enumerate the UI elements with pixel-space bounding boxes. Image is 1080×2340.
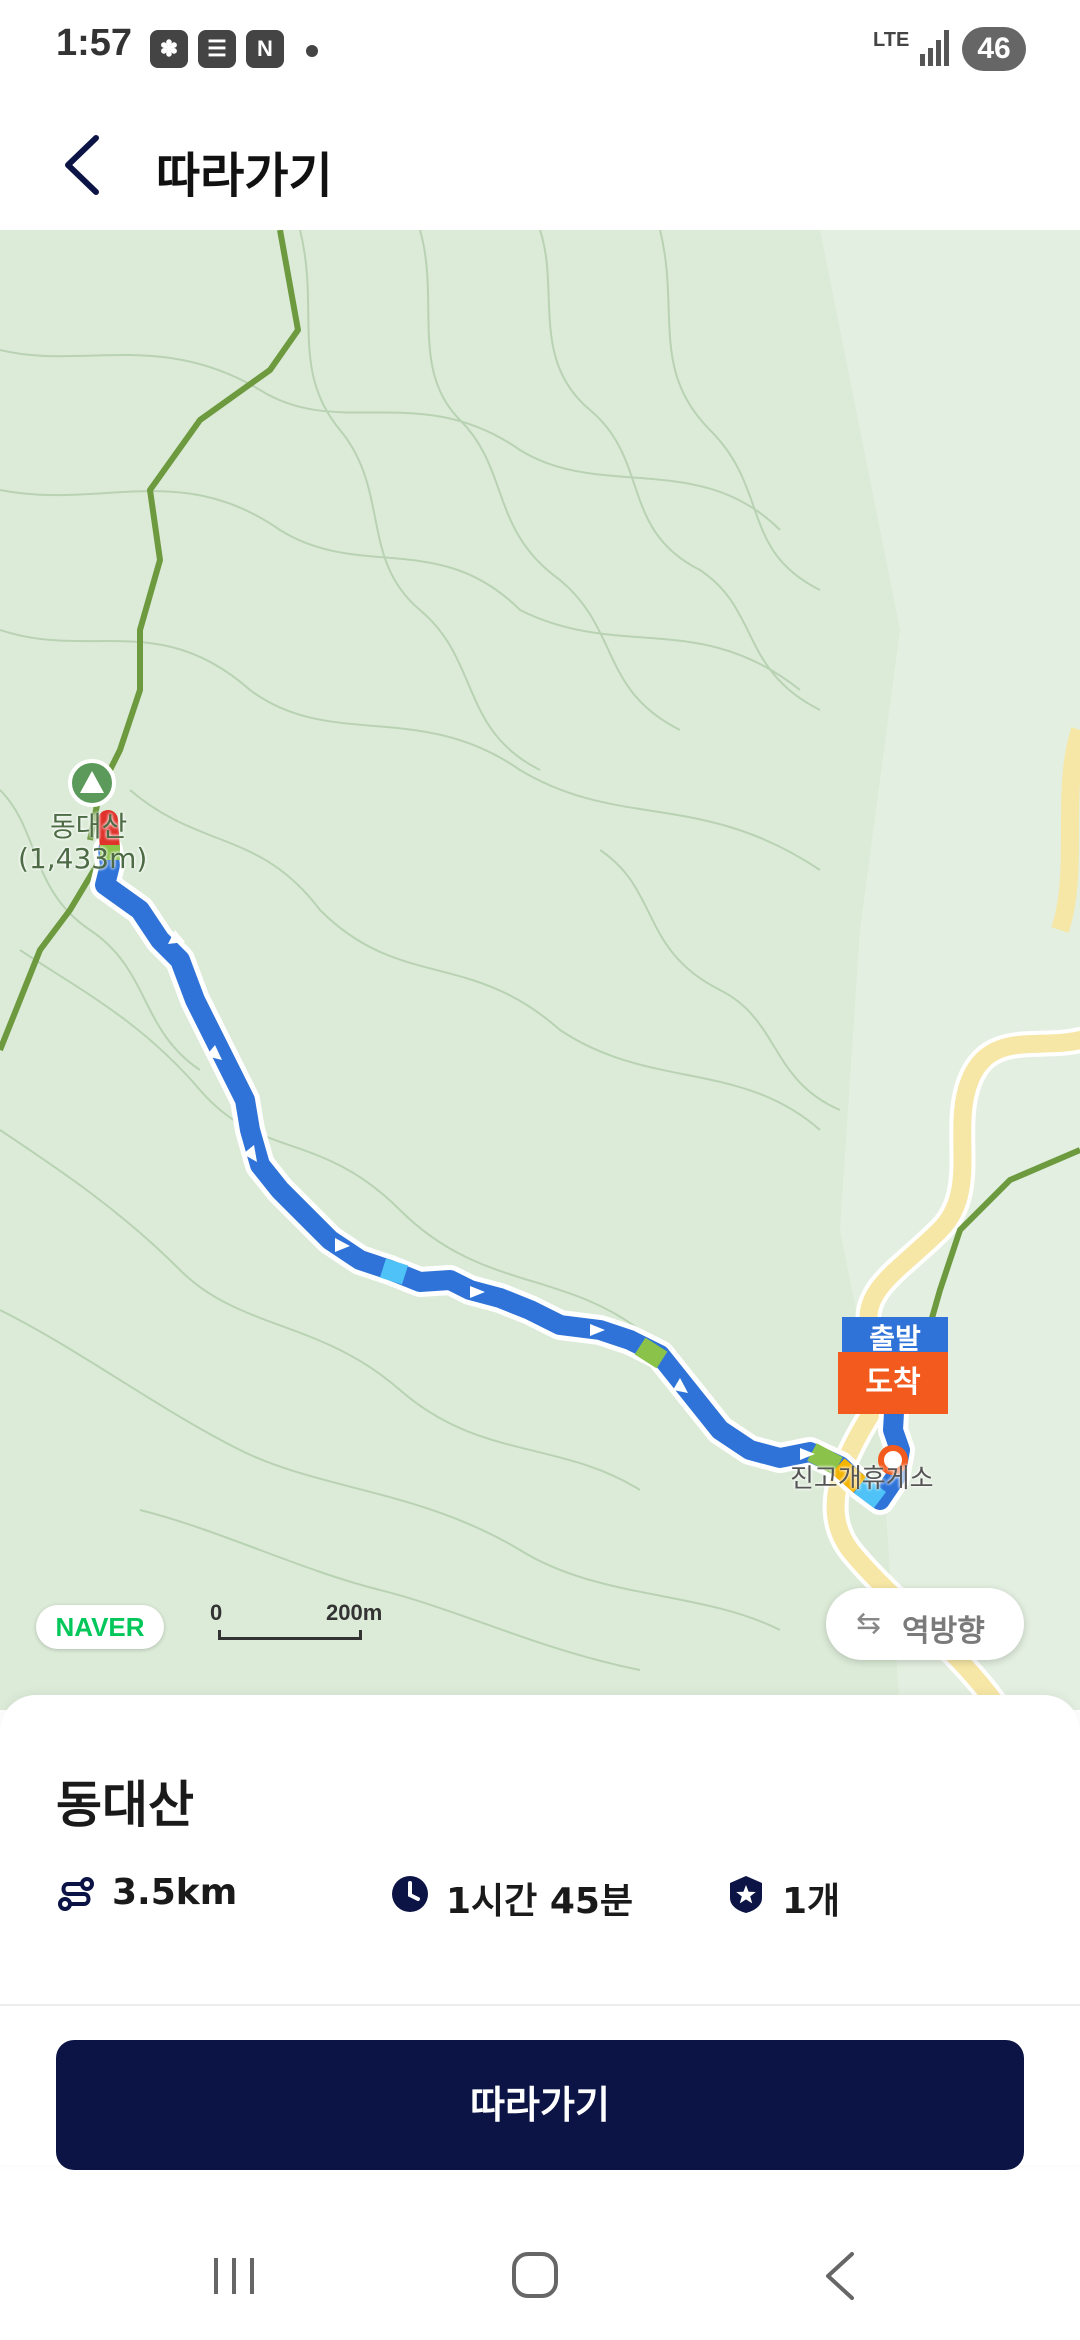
distance-value: 3.5km: [112, 1872, 238, 1913]
battery-indicator: 46: [962, 27, 1026, 71]
divider: [0, 2004, 1080, 2006]
checkpoint-value: 1개: [782, 1881, 841, 1922]
network-type: LTE: [873, 29, 910, 51]
clock-icon: [392, 1876, 428, 1912]
map-view[interactable]: 동대산 (1,433m) 진고개휴게소 출발 도착 NAVER 0 200m ⇆…: [0, 230, 1080, 1710]
trail-name: 동대산: [56, 1776, 194, 1834]
swap-arrows-icon: ⇆: [856, 1606, 882, 1641]
app-notification-icon: ✽: [150, 30, 188, 68]
home-icon[interactable]: [512, 2252, 558, 2298]
recents-icon[interactable]: [210, 2256, 258, 2296]
rest-area-label: 진고개휴게소: [790, 1464, 934, 1494]
scale-distance-label: 200m: [326, 1600, 383, 1625]
peak-name-label: 동대산: [50, 810, 128, 843]
scale-zero-label: 0: [210, 1600, 223, 1625]
route-icon: [58, 1877, 94, 1911]
star-shield-icon: [730, 1876, 762, 1913]
page-title: 따라가기: [156, 148, 333, 204]
chevron-left-icon[interactable]: [56, 130, 116, 200]
naver-notification-icon: N: [246, 30, 284, 68]
more-notifications-dot: [306, 45, 318, 57]
naver-logo: NAVER: [36, 1605, 164, 1649]
reverse-direction-button[interactable]: ⇆ 역방향: [826, 1588, 1024, 1660]
peak-elevation-label: (1,433m): [18, 842, 148, 875]
duration-value: 1시간 45분: [446, 1881, 634, 1922]
end-marker[interactable]: 도착: [838, 1352, 948, 1414]
signal-icon: [920, 30, 949, 66]
flipboard-notification-icon: ☰: [198, 30, 236, 68]
app-header: 따라가기: [0, 100, 1080, 230]
system-nav-bar: [0, 2200, 1080, 2340]
back-icon[interactable]: [820, 2250, 860, 2302]
scale-bar: [218, 1630, 362, 1640]
follow-button[interactable]: 따라가기: [56, 2040, 1024, 2170]
status-bar: 1:57 ✽ ☰ N LTE 46: [0, 0, 1080, 100]
status-time: 1:57: [56, 22, 133, 64]
reverse-direction-label: 역방향: [902, 1614, 985, 1649]
